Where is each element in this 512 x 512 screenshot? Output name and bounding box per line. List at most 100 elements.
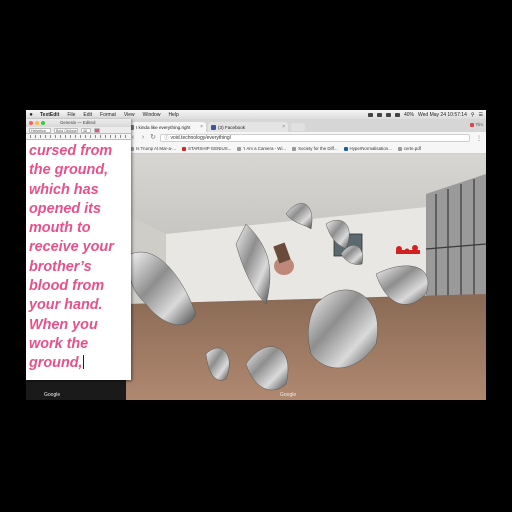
battery-percent[interactable]: 40% — [404, 112, 414, 118]
text-line: receive your — [29, 239, 114, 256]
menu-bar: ● TextEdit File Edit Format View Window … — [26, 110, 486, 119]
menu-view[interactable]: View — [120, 112, 139, 118]
ruler-tick — [40, 135, 41, 138]
list-icon[interactable]: ☰ — [479, 112, 483, 118]
text-line: your hand. — [29, 297, 103, 314]
menu-format[interactable]: Format — [96, 112, 120, 118]
minimize-window-button[interactable] — [35, 121, 39, 125]
text-cursor — [82, 355, 84, 370]
text-line: brother’s — [29, 258, 92, 275]
ruler[interactable] — [26, 134, 131, 140]
text-line: blood from — [29, 278, 105, 295]
ruler-tick — [35, 135, 36, 138]
close-icon[interactable]: × — [282, 124, 285, 130]
text-line: cursed from — [29, 143, 113, 159]
ruler-tick — [55, 135, 56, 138]
dock-label[interactable]: Google — [44, 392, 60, 398]
document-text[interactable]: cursed from the ground, which has opened it… — [29, 142, 129, 374]
menu-app-name[interactable]: TextEdit — [36, 112, 63, 118]
tab-label: (3) Facebook — [218, 124, 246, 130]
status-icon[interactable] — [386, 112, 391, 117]
bookmark-item[interactable]: Society for the Diff... — [292, 146, 338, 151]
ruler-tick — [110, 135, 111, 138]
youtube-icon — [182, 146, 187, 151]
tab-facebook[interactable]: (3) Facebook × — [208, 122, 288, 132]
dock-labels: Google Google — [26, 390, 486, 400]
url-text: void.technology/everything/ — [170, 135, 232, 141]
info-icon: ⓘ — [164, 135, 169, 140]
pdf-icon — [397, 146, 402, 151]
status-icon[interactable] — [368, 112, 373, 117]
menu-edit[interactable]: Edit — [79, 112, 96, 118]
ruler-tick — [60, 135, 61, 138]
linkedin-icon — [343, 146, 348, 151]
text-line: opened its — [29, 200, 101, 217]
ruler-tick — [75, 135, 76, 138]
ruler-tick — [90, 135, 91, 138]
new-tab-button[interactable] — [291, 123, 305, 131]
bookmarks-bar: Is Trump At Mar-a-... STARSHIP GENIUS...… — [126, 144, 486, 154]
format-bar: Helvetica Bold Oblique 48 — [26, 127, 131, 134]
textedit-window: Genesis — Edited Helvetica Bold Oblique … — [26, 119, 131, 380]
3d-scene[interactable] — [126, 154, 486, 400]
page-icon — [292, 146, 297, 151]
font-style-select[interactable]: Bold Oblique — [54, 127, 78, 133]
bookmark-item[interactable]: STARSHIP GENIUS... — [182, 146, 231, 151]
clock[interactable]: Wed May 24 10:57:14 — [418, 112, 467, 118]
font-family-select[interactable]: Helvetica — [29, 127, 51, 133]
browser-toolbar: ‹ › ↻ ⓘ void.technology/everything/ ⋮ — [126, 132, 486, 144]
text-line: When you — [29, 316, 98, 333]
ruler-tick — [65, 135, 66, 138]
ruler-tick — [100, 135, 101, 138]
text-area[interactable]: cursed from the ground, which has opened it… — [26, 140, 131, 374]
status-icon[interactable] — [377, 112, 382, 117]
close-icon[interactable]: × — [200, 124, 203, 130]
tab-active[interactable]: I kinda like everything.right × — [126, 122, 206, 132]
avatar — [469, 122, 474, 127]
search-icon[interactable]: ⚲ — [471, 112, 475, 118]
ruler-tick — [45, 135, 46, 138]
ruler-tick — [105, 135, 106, 138]
text-color-swatch[interactable] — [94, 127, 100, 133]
wifi-icon[interactable] — [395, 112, 400, 117]
bookmark-item[interactable]: certe.pdf — [397, 146, 421, 151]
bookmark-item[interactable]: 'I Am a Camera - Wi... — [237, 146, 286, 151]
page-icon — [237, 146, 242, 151]
text-line: mouth to — [29, 220, 91, 237]
menu-help[interactable]: Help — [164, 112, 182, 118]
dock-label[interactable]: Google — [280, 392, 296, 398]
forward-icon[interactable]: › — [140, 134, 146, 142]
apple-menu-icon[interactable]: ● — [26, 112, 36, 118]
browser-menu-icon[interactable]: ⋮ — [476, 135, 482, 142]
text-line: ground, — [29, 355, 84, 372]
menu-file[interactable]: File — [63, 112, 79, 118]
textedit-titlebar[interactable]: Genesis — Edited — [26, 119, 131, 127]
screen: ● TextEdit File Edit Format View Window … — [26, 110, 486, 400]
ruler-tick — [120, 135, 121, 138]
text-line: work the — [29, 335, 89, 352]
text-line: the ground, — [29, 162, 109, 179]
ruler-tick — [70, 135, 71, 138]
browser-window: I kinda like everything.right × (3) Face… — [126, 119, 486, 400]
ruler-tick — [50, 135, 51, 138]
reload-icon[interactable]: ↻ — [150, 134, 156, 142]
close-window-button[interactable] — [29, 121, 33, 125]
tab-label: I kinda like everything.right — [136, 124, 191, 130]
ruler-tick — [30, 135, 31, 138]
ruler-tick — [115, 135, 116, 138]
menu-window[interactable]: Window — [139, 112, 165, 118]
document-title: Genesis — Edited — [60, 120, 96, 125]
zoom-window-button[interactable] — [41, 121, 45, 125]
ruler-tick — [85, 135, 86, 138]
profile-name: Tim — [475, 122, 483, 127]
font-size-select[interactable]: 48 — [81, 127, 91, 133]
status-area: 40% Wed May 24 10:57:14 ⚲ ☰ — [368, 110, 483, 119]
bookmark-item[interactable]: Is Trump At Mar-a-... — [130, 146, 176, 151]
tab-strip: I kinda like everything.right × (3) Face… — [126, 119, 486, 132]
facebook-icon — [211, 124, 216, 130]
ruler-tick — [125, 135, 126, 138]
3d-scene-viewport[interactable] — [126, 154, 486, 400]
address-bar[interactable]: ⓘ void.technology/everything/ — [160, 134, 470, 142]
bookmark-item[interactable]: HyperNormalisation... — [343, 146, 392, 151]
profile-button[interactable]: Tim — [469, 122, 483, 127]
